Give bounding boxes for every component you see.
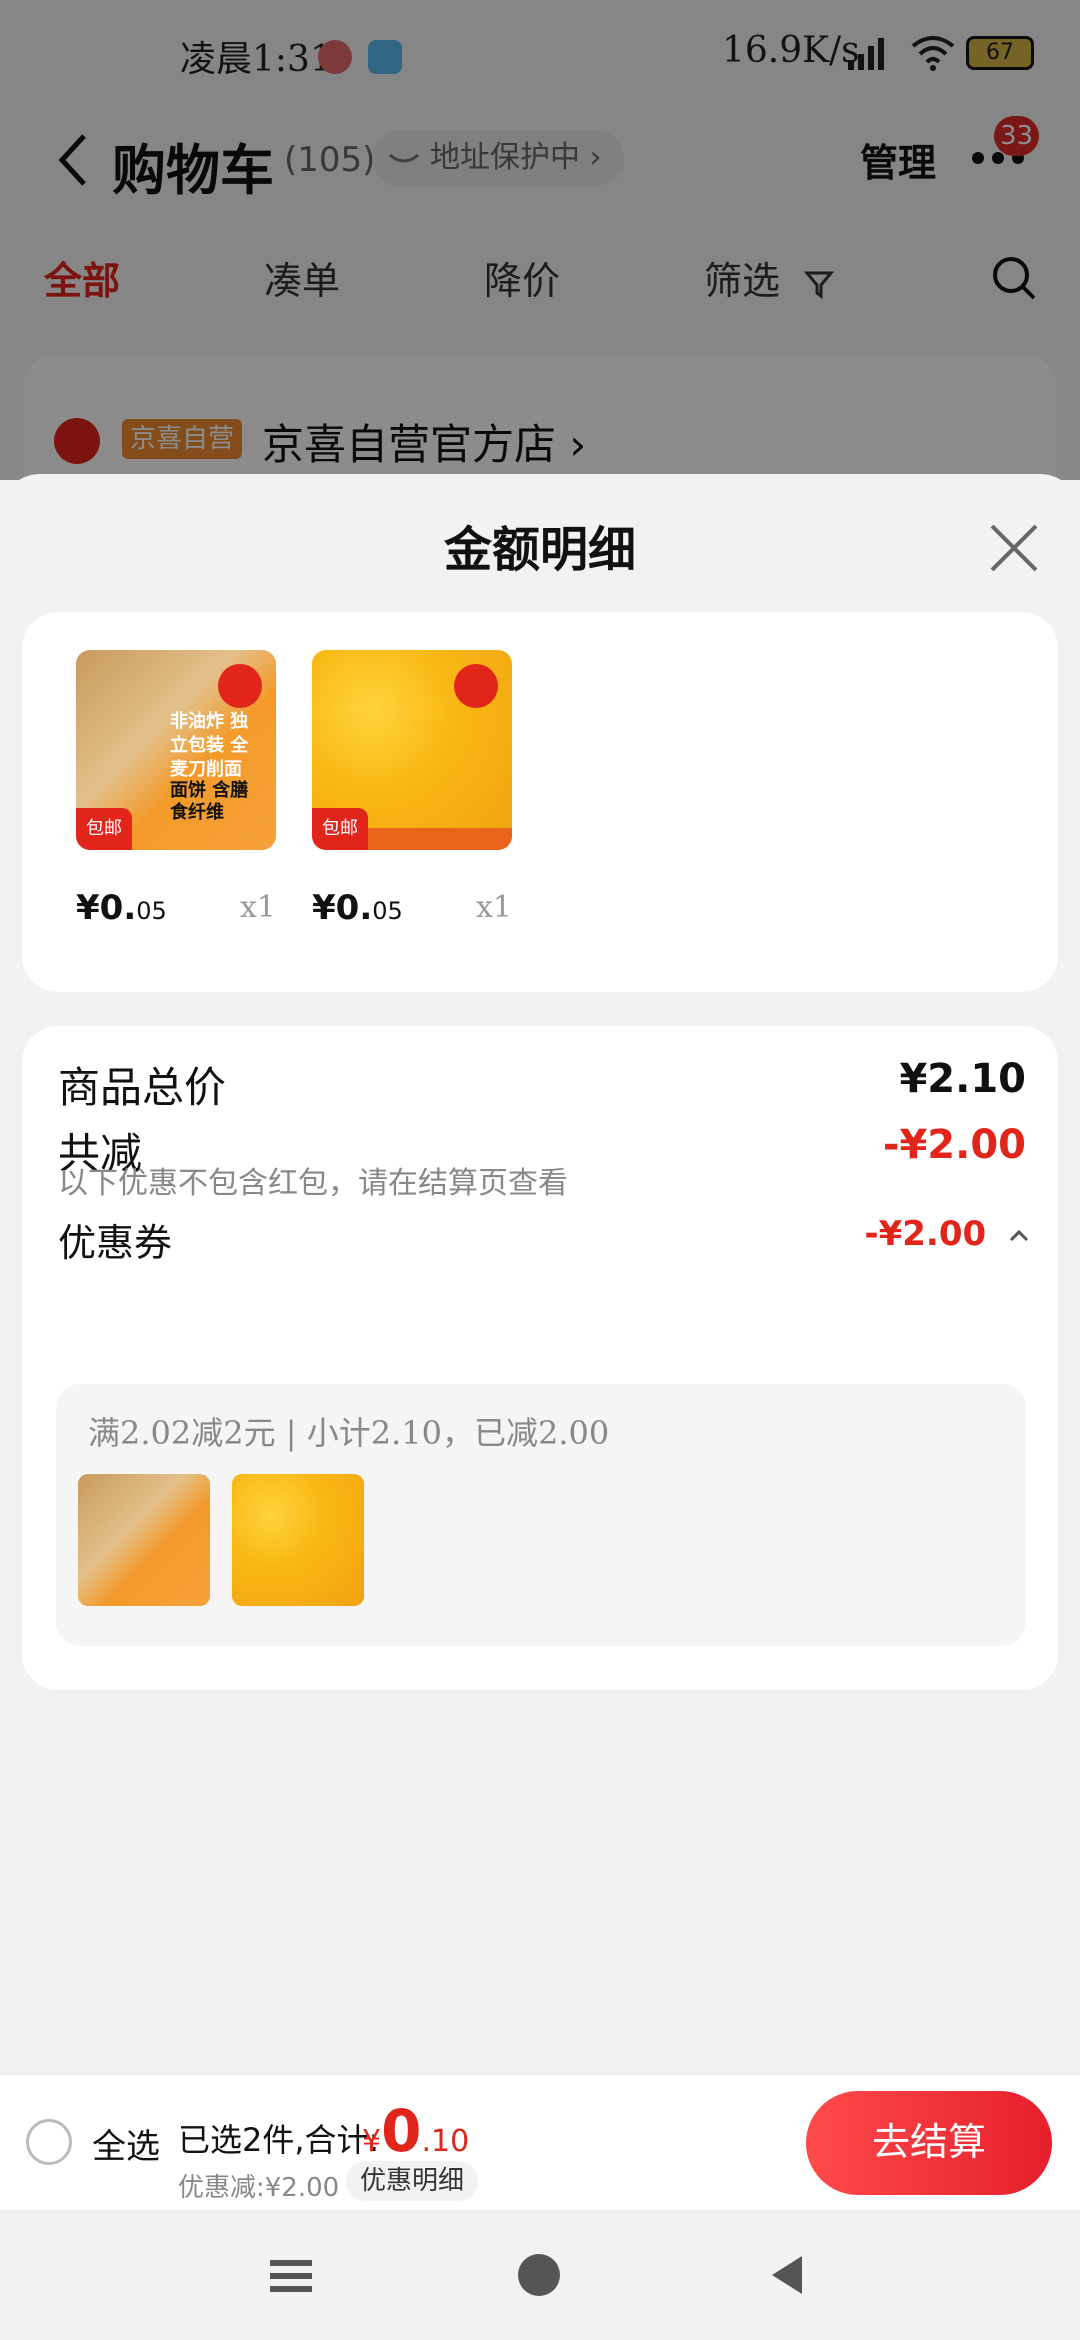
selected-goods-card: 非油炸 独立包装 全麦刀削面 面饼 含膳食纤维 包邮 ¥0.05 x1 包邮 ¥… (22, 612, 1058, 992)
selected-info: 已选2件,合计: (178, 2121, 380, 2159)
item-price-cents: 05 (372, 897, 403, 925)
free-shipping-tag: 包邮 (312, 808, 368, 850)
product-banner-strip (368, 828, 512, 850)
item-price-main: ¥0. (312, 888, 373, 928)
chevron-up-icon (1009, 1229, 1029, 1241)
total-label: 商品总价 (58, 1063, 227, 1112)
checkout-button[interactable]: 去结算 (806, 2091, 1052, 2195)
goods-item[interactable]: 包邮 ¥0.05 x1 (312, 650, 512, 928)
price-row: ¥0.05 x1 (76, 888, 276, 928)
product-thumbnail-noodle: 非油炸 独立包装 全麦刀削面 面饼 含膳食纤维 包邮 (76, 650, 276, 850)
goods-item[interactable]: 非油炸 独立包装 全麦刀削面 面饼 含膳食纤维 包邮 ¥0.05 x1 (76, 650, 276, 928)
item-quantity: x1 (239, 890, 276, 925)
item-price-main: ¥0. (76, 888, 137, 928)
select-all-label[interactable]: 全选 (92, 2119, 160, 2168)
checkout-bar: 全选 已选2件,合计: ¥0.10 优惠减:¥2.00 优惠明细 去结算 (0, 2074, 1080, 2210)
check-icon (218, 664, 262, 708)
coupon-product-thumb-noodle (78, 1474, 210, 1606)
coupon-detail-box: 满2.02减2元 | 小计2.10，已减2.00 (56, 1384, 1026, 1646)
total-price: ¥0.10 (362, 2097, 469, 2165)
back-triangle-icon[interactable] (768, 2254, 806, 2296)
reduce-value: -¥2.00 (882, 1122, 1026, 1168)
menu-icon[interactable] (270, 2258, 312, 2294)
total-dec: .10 (421, 2124, 470, 2159)
coupon-detail-text: 满2.02减2元 | 小计2.10，已减2.00 (88, 1414, 610, 1452)
item-quantity: x1 (475, 890, 512, 925)
reduce-note: 以下优惠不包含红包，请在结算页查看 (58, 1166, 568, 1201)
price-row: ¥0.05 x1 (312, 888, 512, 928)
coupon-toggle[interactable]: -¥2.00 (865, 1214, 1031, 1254)
amount-detail-sheet: 金额明细 非油炸 独立包装 全麦刀削面 面饼 含膳食纤维 包邮 ¥0.05 x1… (0, 474, 1080, 2074)
close-icon[interactable] (984, 518, 1044, 578)
product-thumb-text: 面饼 含膳食纤维 (170, 780, 249, 823)
select-all-radio[interactable] (26, 2119, 72, 2165)
dim-overlay[interactable] (0, 0, 1080, 480)
total-currency: ¥ (362, 2124, 382, 2159)
item-price: ¥0.05 (312, 888, 403, 928)
total-value: ¥2.10 (899, 1056, 1026, 1102)
home-icon[interactable] (518, 2254, 560, 2296)
free-shipping-tag: 包邮 (76, 808, 132, 850)
product-thumbnail-corn: 包邮 (312, 650, 512, 850)
check-icon (454, 664, 498, 708)
price-summary-card: 商品总价 ¥2.10 共减 -¥2.00 以下优惠不包含红包，请在结算页查看 优… (22, 1026, 1058, 1690)
sheet-title: 金额明细 (443, 522, 636, 578)
product-thumb-text: 非油炸 独立包装 全麦刀削面 (170, 711, 249, 780)
coupon-product-thumb-corn (232, 1474, 364, 1606)
discount-detail-button[interactable]: 优惠明细 (346, 2161, 479, 2201)
item-price-cents: 05 (136, 897, 167, 925)
discount-text: 优惠减:¥2.00 (178, 2173, 340, 2203)
coupon-label: 优惠券 (58, 1221, 173, 1265)
coupon-value: -¥2.00 (864, 1214, 987, 1254)
total-int: 0 (381, 2097, 422, 2165)
system-nav-bar (0, 2210, 1080, 2340)
item-price: ¥0.05 (76, 888, 167, 928)
